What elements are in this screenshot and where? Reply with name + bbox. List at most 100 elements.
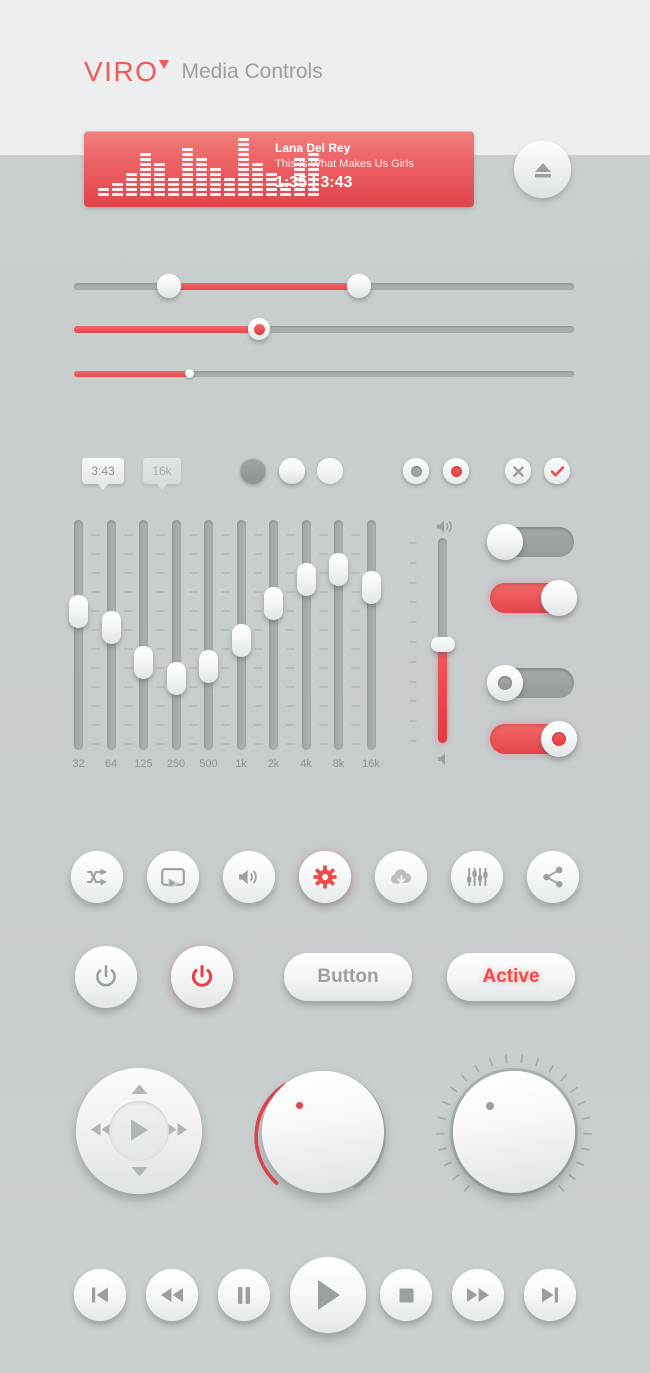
shuffle-button[interactable] <box>71 851 123 903</box>
power-on-button[interactable] <box>171 946 233 1008</box>
toggle-knob[interactable] <box>541 580 577 616</box>
toggle-knob[interactable] <box>487 665 523 701</box>
toggle-switch-1[interactable] <box>487 524 574 560</box>
normal-button[interactable]: Button <box>284 953 412 1001</box>
equalizer-bar <box>126 173 137 196</box>
eq-tick <box>286 743 295 745</box>
rewind-button[interactable] <box>146 1269 198 1321</box>
eq-tick <box>351 648 360 650</box>
eq-tick <box>351 667 360 669</box>
equalizer-segment <box>168 178 179 181</box>
volume-button[interactable] <box>223 851 275 903</box>
repeat-button[interactable] <box>147 851 199 903</box>
radio-button-red[interactable] <box>443 458 469 484</box>
equalizer-bar <box>238 138 249 196</box>
slider-handle-start[interactable] <box>157 274 181 298</box>
eq-fader-handle-16k[interactable] <box>361 571 381 605</box>
equalizer-bar <box>140 153 151 196</box>
eq-tick <box>286 591 295 593</box>
equalizer-segment <box>238 163 249 166</box>
close-button[interactable] <box>505 458 531 484</box>
volume-tick <box>409 680 417 683</box>
tick-knob-body[interactable] <box>453 1071 575 1193</box>
eq-fader-handle-1k[interactable] <box>231 624 251 658</box>
tick-knob[interactable] <box>432 1053 592 1213</box>
eq-fader-track-125[interactable] <box>139 520 148 750</box>
circle-button-filled[interactable] <box>240 458 266 484</box>
pause-button[interactable] <box>218 1269 270 1321</box>
eq-tick <box>351 553 360 555</box>
share-button[interactable] <box>527 851 579 903</box>
circle-button-white[interactable] <box>279 458 305 484</box>
equalizer-segment <box>154 183 165 186</box>
eq-fader-handle-125[interactable] <box>134 646 153 680</box>
eq-fader-handle-32[interactable] <box>69 594 88 628</box>
equalizer-bar <box>154 163 165 196</box>
toggle-knob[interactable] <box>487 524 523 560</box>
active-button[interactable]: Active <box>447 953 575 1001</box>
slider-handle[interactable] <box>248 318 270 340</box>
eq-tick <box>318 743 328 745</box>
equalizer-segment <box>182 158 193 161</box>
eq-tick <box>253 724 263 726</box>
slider-handle-end[interactable] <box>347 274 371 298</box>
equalizer-segment <box>238 158 249 161</box>
previous-button[interactable] <box>74 1269 126 1321</box>
eq-tick <box>253 743 263 745</box>
download-button[interactable] <box>375 851 427 903</box>
toggle-switch-2[interactable] <box>490 580 577 616</box>
eq-fader-track-500[interactable] <box>204 520 213 750</box>
power-off-button[interactable] <box>75 946 137 1008</box>
eq-fader-track-16k[interactable] <box>366 520 376 750</box>
equalizer-segment <box>154 163 165 166</box>
eject-button[interactable] <box>514 141 571 198</box>
confirm-button[interactable] <box>544 458 570 484</box>
equalizer-segment <box>238 173 249 176</box>
eq-fader-track-4k[interactable] <box>301 520 311 750</box>
equalizer-segment <box>182 168 193 171</box>
volume-tick <box>409 561 417 564</box>
arc-knob[interactable] <box>240 1053 400 1213</box>
settings-button[interactable] <box>299 851 351 903</box>
equalizer-segment <box>224 183 235 186</box>
eq-fader-handle-2k[interactable] <box>264 586 283 620</box>
play-button[interactable] <box>290 1257 366 1333</box>
eq-tick <box>221 610 230 612</box>
repeat-icon <box>161 867 185 887</box>
equalizer-segment <box>196 173 207 176</box>
circle-button-white-flat[interactable] <box>317 458 343 484</box>
radio-button-gray[interactable] <box>403 458 429 484</box>
play-icon[interactable] <box>128 1118 150 1142</box>
eq-tick <box>123 667 133 669</box>
stop-button[interactable] <box>380 1269 432 1321</box>
eq-tick <box>156 743 165 745</box>
slider-handle[interactable] <box>185 369 194 378</box>
directional-pad[interactable] <box>76 1068 202 1194</box>
eq-fader-track-250[interactable] <box>171 520 181 750</box>
fast-forward-icon[interactable] <box>166 1122 188 1137</box>
next-button[interactable] <box>524 1269 576 1321</box>
toggle-switch-3[interactable] <box>487 665 574 701</box>
arc-knob-position-dot <box>296 1102 303 1109</box>
equalizer-segment <box>238 143 249 146</box>
eq-fader-track-32[interactable] <box>74 520 83 750</box>
eq-tick <box>188 705 198 707</box>
eq-fader-handle-8k[interactable] <box>329 553 348 587</box>
arc-knob-body[interactable] <box>262 1071 384 1193</box>
equalizer-segment <box>98 188 109 191</box>
up-arrow-icon[interactable] <box>131 1084 148 1095</box>
down-arrow-icon[interactable] <box>131 1166 148 1177</box>
equalizer-segment <box>238 153 249 156</box>
eq-fader-handle-4k[interactable] <box>296 563 316 597</box>
equalizer-button[interactable] <box>451 851 503 903</box>
toggle-knob[interactable] <box>541 721 577 757</box>
fast-forward-button[interactable] <box>452 1269 504 1321</box>
eq-fader-handle-64[interactable] <box>101 610 121 644</box>
eq-tick <box>351 591 360 593</box>
eq-fader-handle-250[interactable] <box>166 661 186 695</box>
eq-fader-track-2k[interactable] <box>269 520 278 750</box>
eq-fader-handle-500[interactable] <box>199 650 218 684</box>
equalizer-segment <box>224 193 235 196</box>
volume-slider-handle[interactable] <box>431 636 455 652</box>
toggle-switch-4[interactable] <box>490 721 577 757</box>
